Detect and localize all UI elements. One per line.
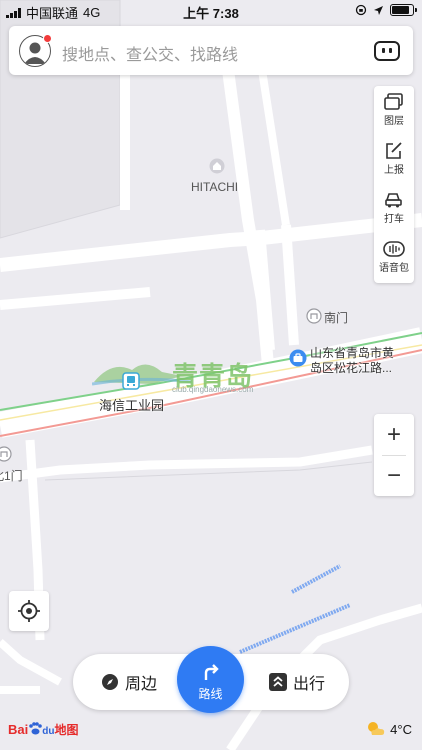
search-placeholder[interactable]: 搜地点、查公交、找路线: [62, 41, 238, 65]
map-label-south-gate[interactable]: 南门: [324, 309, 348, 326]
poi-bus-marker-icon[interactable]: [122, 372, 140, 390]
partly-cloudy-icon: [368, 722, 385, 735]
poi-label-address[interactable]: 山东省青岛市黄岛区松花江路...: [310, 346, 396, 376]
travel-label: 出行: [293, 676, 326, 693]
baidu-map-logo: Bai du地图: [8, 722, 79, 737]
route-turn-icon: [204, 664, 219, 680]
weather-widget[interactable]: 4°C: [366, 721, 412, 737]
zoom-control: + −: [374, 414, 414, 496]
tool-voice-pack[interactable]: 语音包: [374, 233, 414, 282]
paw-icon: [29, 722, 43, 735]
tool-report[interactable]: 上报: [374, 135, 414, 184]
hitachi-poi-icon[interactable]: [209, 158, 225, 174]
taxi-icon: [385, 193, 402, 208]
orientation-lock-icon: [355, 4, 367, 16]
route-button[interactable]: 路线: [177, 646, 244, 713]
zoom-in-button[interactable]: +: [374, 414, 414, 455]
tool-voice-pack-label: 语音包: [379, 263, 409, 274]
watermark-url: club.qingdaonews.com: [172, 385, 254, 394]
tool-taxi[interactable]: 打车: [374, 184, 414, 233]
tool-taxi-label: 打车: [384, 214, 404, 225]
tool-layers[interactable]: 图层: [374, 86, 414, 135]
voice-pack-icon: [383, 241, 405, 257]
travel-chevron-icon: [269, 673, 287, 691]
location-arrow-icon: [374, 5, 383, 15]
voice-assistant-icon[interactable]: [374, 41, 400, 61]
locate-crosshair-icon: [18, 600, 40, 622]
map-tools-panel: 图层 上报 打车 语音包: [374, 86, 414, 283]
locate-me-button[interactable]: [9, 591, 49, 631]
poi-label-hisense-park[interactable]: 海信工业园: [99, 395, 164, 414]
tool-layers-label: 图层: [384, 116, 404, 127]
compass-icon: [102, 674, 118, 690]
zoom-out-button[interactable]: −: [374, 455, 414, 496]
gate-icon: [306, 308, 322, 324]
poi-briefcase-icon[interactable]: [289, 349, 307, 367]
notification-dot: [43, 34, 52, 43]
route-label: 路线: [198, 687, 223, 701]
map-label-hitachi[interactable]: HITACHI: [191, 180, 238, 194]
weather-temp: 4°C: [390, 721, 412, 737]
nearby-button[interactable]: 周边: [101, 670, 157, 694]
gate-icon: [0, 446, 12, 462]
battery-icon: [390, 4, 417, 16]
search-bar[interactable]: 搜地点、查公交、找路线: [9, 26, 413, 75]
layers-icon: [384, 93, 403, 110]
map-label-north-gate[interactable]: 北1门: [0, 467, 23, 484]
report-edit-icon: [386, 142, 402, 159]
nearby-label: 周边: [125, 676, 158, 693]
travel-button[interactable]: 出行: [269, 670, 325, 694]
status-bar: 中国联通 4G 上午 7:38: [0, 0, 422, 22]
tool-report-label: 上报: [384, 165, 404, 176]
